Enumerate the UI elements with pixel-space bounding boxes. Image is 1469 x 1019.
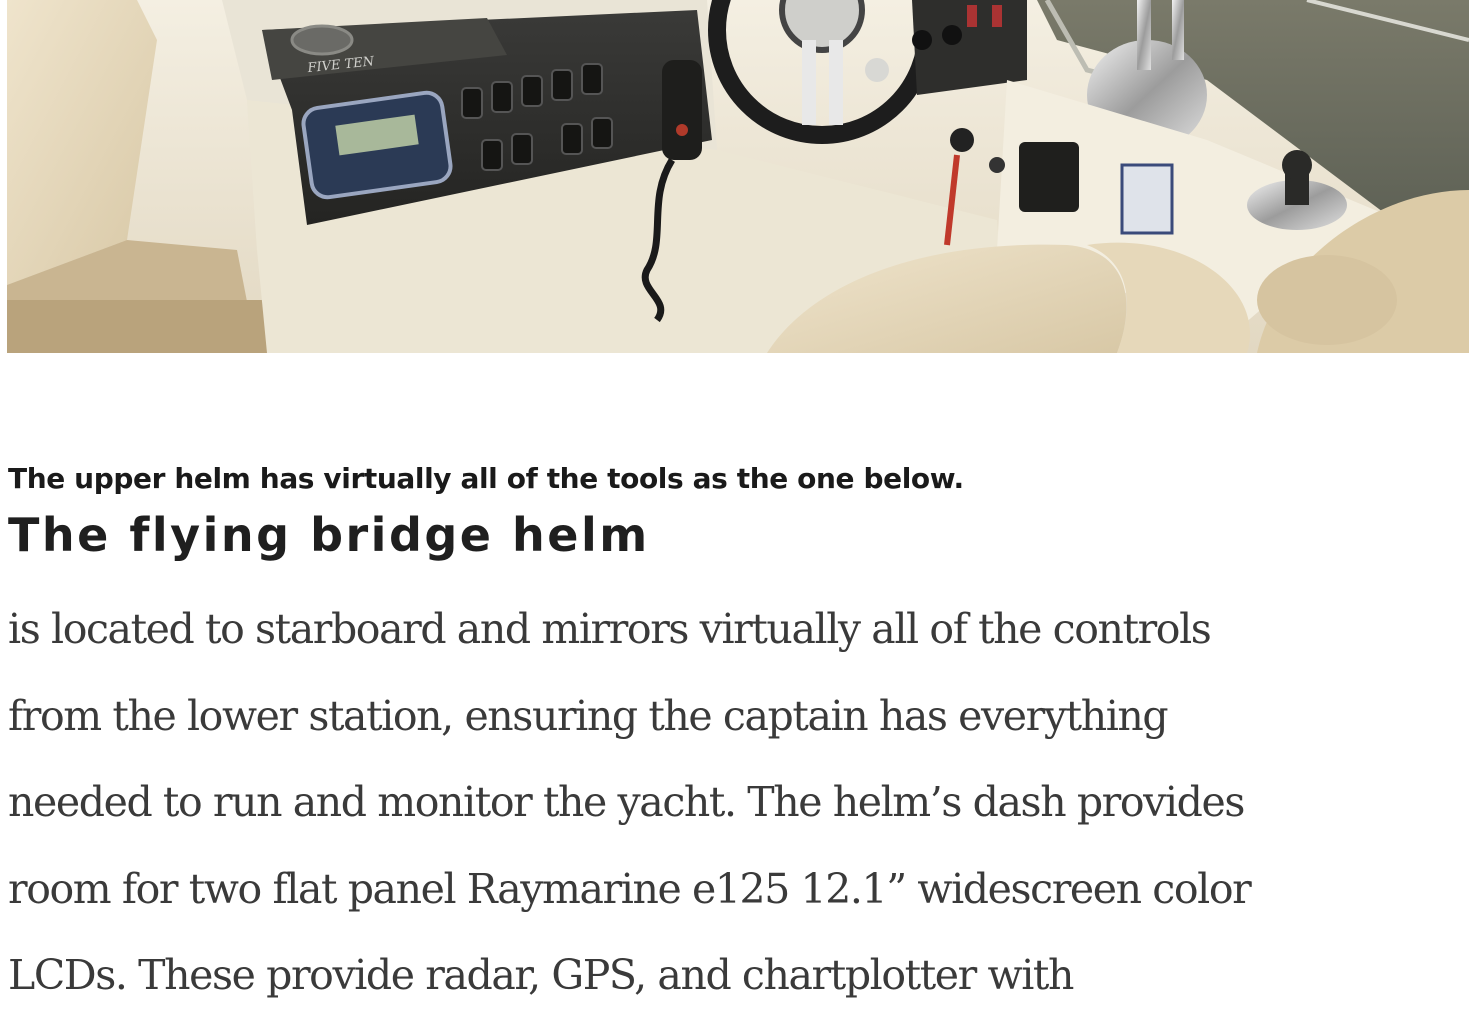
body-line: is located to starboard and mirrors virt… [8, 605, 1212, 653]
body-paragraph: is located to starboard and mirrors virt… [8, 586, 1463, 1019]
body-line: LCDs. These provide radar, GPS, and char… [8, 951, 1074, 999]
helm-photo: FIVE TEN [7, 0, 1469, 353]
body-line: room for two flat panel Raymarine e125 1… [8, 864, 1252, 913]
photo-caption: The upper helm has virtually all of the … [8, 462, 964, 495]
body-line: from the lower station, ensuring the cap… [8, 691, 1169, 740]
body-line: needed to run and monitor the yacht. The… [8, 778, 1245, 826]
helm-photo-drawing: FIVE TEN [7, 0, 1469, 353]
section-subhead: The flying bridge helm [8, 508, 650, 562]
